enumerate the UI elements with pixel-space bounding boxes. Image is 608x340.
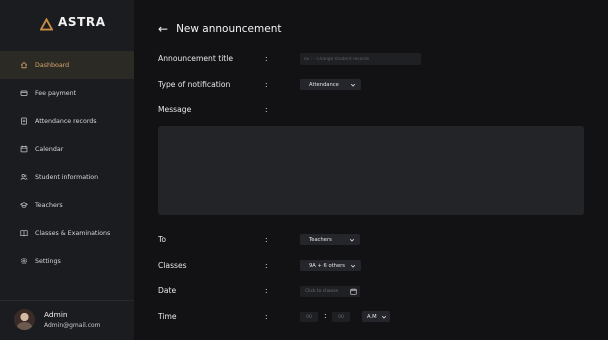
calendar-icon[interactable] — [350, 288, 357, 295]
chevron-down-icon — [349, 237, 355, 243]
profile-info: Admin Admin@gmail.com — [44, 310, 101, 329]
date-placeholder: Click to choose — [305, 289, 339, 294]
dropdown-value: Attendance — [309, 81, 339, 88]
calendar-icon — [20, 145, 28, 153]
sidebar-item-label: Classes & Examinations — [35, 229, 111, 237]
sidebar-item-label: Dashboard — [35, 61, 70, 69]
logo-triangle-icon — [39, 16, 54, 31]
sidebar-item-label: Student information — [35, 173, 99, 181]
home-icon — [20, 61, 28, 69]
recipient-dropdown[interactable]: Teachers — [300, 234, 360, 245]
sidebar-item-label: Attendance records — [35, 117, 97, 125]
am-pm-dropdown[interactable]: A.M — [362, 311, 390, 322]
sidebar-item-classes-examinations[interactable]: Classes & Examinations — [0, 219, 134, 247]
sidebar-item-settings[interactable]: Settings — [0, 247, 134, 275]
colon: : — [265, 54, 268, 63]
logo[interactable]: ASTRA — [39, 15, 106, 31]
avatar — [14, 309, 35, 330]
colon: : — [265, 261, 268, 270]
chevron-down-icon — [350, 263, 356, 269]
sidebar-item-label: Settings — [35, 257, 61, 265]
arrow-left-icon[interactable]: ← — [158, 23, 168, 35]
users-icon — [20, 173, 28, 181]
main-content: ← New announcement Announcement title : … — [134, 0, 608, 340]
type-label: Type of notification — [158, 80, 231, 89]
app-name: ASTRA — [58, 15, 106, 29]
colon: : — [265, 235, 268, 244]
message-label: Message — [158, 105, 192, 114]
sidebar-item-attendance-records[interactable]: Attendance records — [0, 107, 134, 135]
classes-dropdown[interactable]: 9A + 6 others — [300, 260, 361, 271]
chevron-down-icon — [350, 82, 356, 88]
announcement-title-input[interactable] — [300, 53, 421, 65]
message-textarea[interactable] — [158, 126, 584, 215]
profile-card[interactable]: Admin Admin@gmail.com — [14, 309, 101, 330]
dropdown-value: 9A + 6 others — [309, 262, 345, 269]
colon: : — [265, 80, 268, 89]
hour-input[interactable]: 00 — [300, 312, 318, 322]
sidebar-item-label: Fee payment — [35, 89, 77, 97]
date-picker-input[interactable]: Click to choose — [300, 286, 360, 297]
sidebar-item-teachers[interactable]: Teachers — [0, 191, 134, 219]
sidebar-nav: Dashboard Fee payment Attendance records… — [0, 51, 134, 275]
date-label: Date — [158, 286, 177, 295]
clipboard-icon — [20, 117, 28, 125]
hour-placeholder: 00 — [306, 314, 312, 320]
profile-name: Admin — [44, 310, 68, 319]
sidebar-item-fee-payment[interactable]: Fee payment — [0, 79, 134, 107]
classes-label: Classes — [158, 261, 187, 270]
profile-email: Admin@gmail.com — [44, 322, 101, 329]
time-separator: : — [324, 311, 327, 320]
sidebar-item-label: Calendar — [35, 145, 64, 153]
colon: : — [265, 286, 268, 295]
chevron-down-icon — [381, 314, 387, 320]
dropdown-value: A.M — [367, 313, 377, 320]
sidebar-item-student-information[interactable]: Student information — [0, 163, 134, 191]
dropdown-value: Teachers — [309, 236, 332, 243]
notification-type-dropdown[interactable]: Attendance — [300, 79, 361, 90]
sidebar-item-dashboard[interactable]: Dashboard — [0, 51, 134, 79]
sidebar-item-calendar[interactable]: Calendar — [0, 135, 134, 163]
page-title: New announcement — [176, 23, 282, 35]
graduation-cap-icon — [20, 201, 28, 209]
colon: : — [265, 105, 268, 114]
to-label: To — [158, 235, 166, 244]
title-label: Announcement title — [158, 54, 234, 63]
minute-input[interactable]: 00 — [332, 312, 350, 322]
sidebar-divider — [0, 300, 134, 301]
sidebar: ASTRA Dashboard Fee payment Attendance r… — [0, 0, 134, 340]
sidebar-item-label: Teachers — [35, 201, 63, 209]
colon: : — [265, 312, 268, 321]
minute-placeholder: 00 — [338, 314, 344, 320]
page-header: ← New announcement — [158, 23, 281, 35]
gear-icon — [20, 257, 28, 265]
time-label: Time — [158, 312, 177, 321]
book-icon — [20, 229, 28, 237]
wallet-icon — [20, 89, 28, 97]
